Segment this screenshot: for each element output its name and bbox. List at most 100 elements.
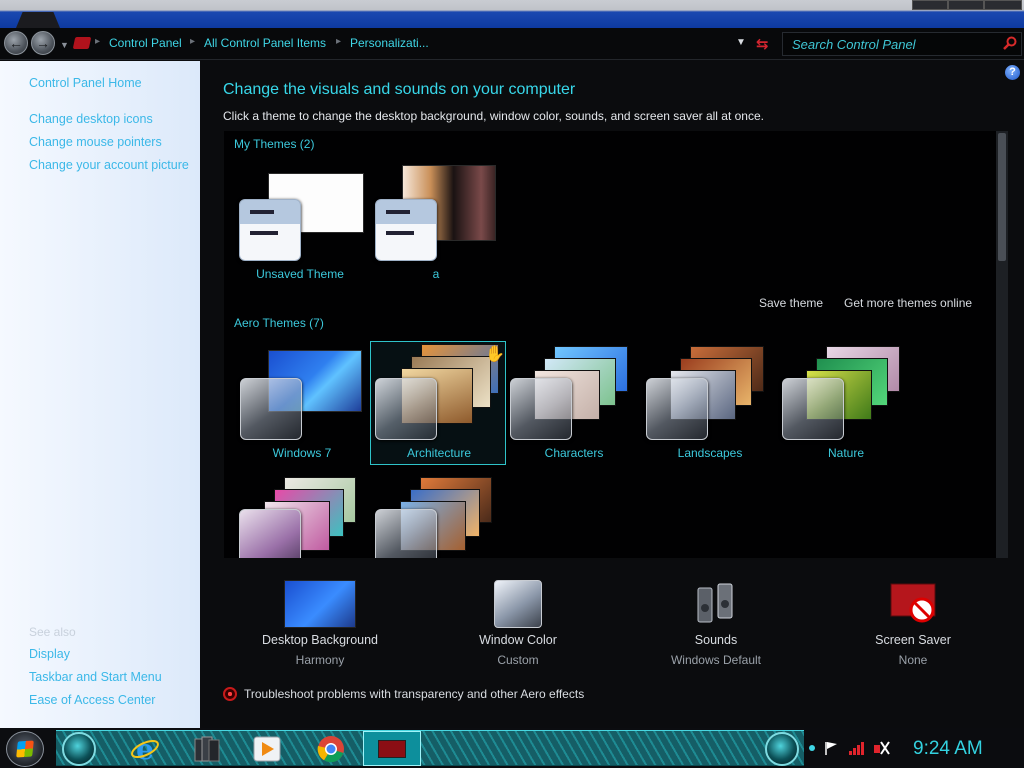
window-color-icon xyxy=(646,378,708,440)
title-bar xyxy=(0,0,1024,28)
taskbar-clock[interactable]: 9:24 AM xyxy=(913,738,983,760)
window-logo-tab xyxy=(16,12,60,28)
search-input[interactable]: Search Control Panel xyxy=(782,32,1022,56)
aero-themes-header[interactable]: Aero Themes (7) xyxy=(234,316,324,330)
window-color-icon xyxy=(375,378,437,440)
setting-value: Windows Default xyxy=(670,653,762,667)
desktop-background-icon xyxy=(284,580,356,628)
theme-name: Characters xyxy=(544,446,604,460)
cursor-hand-icon: ✋ xyxy=(485,346,505,363)
theme-list-scrollbar[interactable] xyxy=(996,131,1008,558)
see-also-label: See also xyxy=(29,625,76,639)
window-color-icon xyxy=(782,378,844,440)
theme-name: Unsaved Theme xyxy=(256,267,344,281)
breadcrumb-separator[interactable]: ▸ xyxy=(95,36,100,47)
change-desktop-icons-link[interactable]: Change desktop icons xyxy=(29,112,153,126)
window-color-icon xyxy=(375,199,437,261)
setting-name: Desktop Background xyxy=(261,633,379,647)
recent-pages-dropdown[interactable]: ▼ xyxy=(60,40,69,50)
back-button[interactable]: ← xyxy=(4,31,28,55)
svg-text:e: e xyxy=(136,734,154,764)
content-pane: ? Change the visuals and sounds on your … xyxy=(200,61,1024,728)
arrow-right-icon: → xyxy=(36,35,50,51)
setting-value: None xyxy=(898,653,928,667)
display-link[interactable]: Display xyxy=(29,647,70,661)
theme-name: a xyxy=(432,267,440,281)
windows-logo-icon xyxy=(16,740,34,758)
breadcrumb-all-items[interactable]: All Control Panel Items xyxy=(204,36,326,50)
window-color-icon xyxy=(375,509,437,558)
theme-name: Nature xyxy=(827,446,865,460)
theme-tile-nature[interactable]: Nature xyxy=(778,342,914,466)
taskbar-right-orb[interactable] xyxy=(765,732,799,766)
setting-name: Sounds xyxy=(694,633,738,647)
breadcrumb-control-panel[interactable]: Control Panel xyxy=(109,36,182,50)
scrollbar-thumb[interactable] xyxy=(998,133,1006,261)
window-color-icon xyxy=(239,509,301,558)
control-panel-icon xyxy=(378,740,406,758)
theme-tile-unsaved[interactable]: Unsaved Theme xyxy=(232,159,368,283)
theme-tile-characters[interactable]: Characters xyxy=(506,342,642,466)
get-more-themes-link[interactable]: Get more themes online xyxy=(844,296,972,310)
my-themes-header[interactable]: My Themes (2) xyxy=(234,137,314,151)
setting-name: Screen Saver xyxy=(875,633,951,647)
sounds-setting[interactable]: Sounds Windows Default xyxy=(641,578,791,668)
taskbar-left-orb[interactable] xyxy=(62,732,96,766)
personalization-window: ← → ▼ ▸ Control Panel ▸ All Control Pane… xyxy=(0,0,1024,728)
action-center-flag-icon[interactable] xyxy=(824,740,838,756)
arrow-left-icon: ← xyxy=(9,35,23,51)
window-color-icon xyxy=(494,580,542,628)
page-subtitle: Click a theme to change the desktop back… xyxy=(223,109,764,123)
search-icon[interactable] xyxy=(1003,36,1017,50)
theme-tile-architecture[interactable]: ✋ Architecture xyxy=(370,341,506,465)
volume-muted-icon[interactable] xyxy=(872,739,890,757)
screen-saver-setting[interactable]: Screen Saver None xyxy=(838,578,988,668)
speakers-icon xyxy=(697,583,733,623)
help-icon[interactable]: ? xyxy=(1005,65,1020,80)
setting-value: Custom xyxy=(497,653,539,667)
breadcrumb-personalization[interactable]: Personalizati... xyxy=(350,36,429,50)
troubleshoot-icon xyxy=(223,687,237,701)
theme-tile-landscapes[interactable]: Landscapes xyxy=(642,342,778,466)
minimize-button[interactable] xyxy=(912,0,948,10)
desktop-background-setting[interactable]: Desktop Background Harmony xyxy=(245,578,395,668)
taskbar-start-menu-link[interactable]: Taskbar and Start Menu xyxy=(29,670,162,684)
start-button[interactable] xyxy=(6,731,44,767)
show-hidden-icons-icon[interactable] xyxy=(809,745,815,751)
window-color-icon xyxy=(510,378,572,440)
theme-name: Landscapes xyxy=(677,446,743,460)
screen-saver-icon xyxy=(890,583,936,623)
navigation-pane: Control Panel Home Change desktop icons … xyxy=(0,61,200,728)
control-panel-taskbar-button[interactable] xyxy=(363,731,421,766)
theme-list: My Themes (2) Unsaved Theme a Save theme… xyxy=(224,131,1008,558)
chrome-icon[interactable] xyxy=(316,734,346,764)
theme-tile-aero-6[interactable] xyxy=(234,475,370,558)
theme-name: Windows 7 xyxy=(272,446,332,460)
window-color-icon xyxy=(240,378,302,440)
troubleshoot-link[interactable]: Troubleshoot problems with transparency … xyxy=(244,687,584,701)
taskbar-band xyxy=(56,730,804,766)
theme-tile-a[interactable]: a xyxy=(368,159,504,283)
theme-name: Architecture xyxy=(406,446,472,460)
refresh-icon[interactable]: ⇆ xyxy=(756,35,769,53)
window-color-setting[interactable]: Window Color Custom xyxy=(443,578,593,668)
breadcrumb-separator[interactable]: ▸ xyxy=(336,36,341,47)
folders-icon[interactable] xyxy=(192,734,222,764)
change-account-picture-link[interactable]: Change your account picture xyxy=(29,158,189,172)
theme-tile-windows7[interactable]: Windows 7 xyxy=(234,342,370,466)
network-signal-icon[interactable] xyxy=(848,740,866,756)
control-panel-home-link[interactable]: Control Panel Home xyxy=(29,76,142,90)
window-color-icon xyxy=(239,199,301,261)
ease-of-access-link[interactable]: Ease of Access Center xyxy=(29,693,155,707)
media-player-icon[interactable] xyxy=(252,734,282,764)
setting-name: Window Color xyxy=(479,633,557,647)
internet-explorer-icon[interactable]: e xyxy=(130,734,160,764)
breadcrumb-separator[interactable]: ▸ xyxy=(190,36,195,47)
change-mouse-pointers-link[interactable]: Change mouse pointers xyxy=(29,135,162,149)
save-theme-link[interactable]: Save theme xyxy=(759,296,823,310)
forward-button[interactable]: → xyxy=(31,31,55,55)
close-button[interactable] xyxy=(984,0,1022,10)
theme-tile-aero-7[interactable] xyxy=(370,475,506,558)
address-dropdown-icon[interactable]: ▼ xyxy=(736,37,746,48)
maximize-button[interactable] xyxy=(948,0,984,10)
